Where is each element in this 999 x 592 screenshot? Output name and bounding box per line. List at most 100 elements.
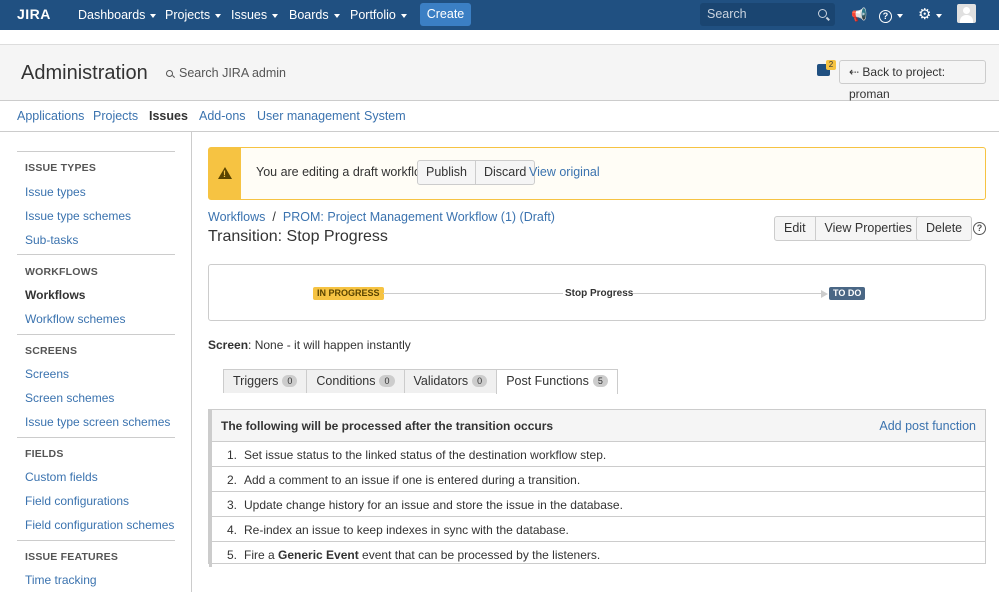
user-avatar[interactable] xyxy=(957,4,976,23)
add-post-function-link[interactable]: Add post function xyxy=(879,419,976,433)
row-text: Fire a Generic Event event that can be p… xyxy=(244,548,600,562)
view-properties-button[interactable]: View Properties xyxy=(816,217,921,240)
sidebar-divider xyxy=(17,334,175,335)
tab-post-functions[interactable]: Post Functions 5 xyxy=(496,369,618,394)
sidebar-item-screen-schemes[interactable]: Screen schemes xyxy=(25,391,114,405)
admin-header: Administration Search JIRA admin 2 ⇠ Bac… xyxy=(0,44,999,101)
table-row: 1. Set issue status to the linked status… xyxy=(209,442,985,467)
delete-button[interactable]: Delete xyxy=(917,217,971,240)
tab-issues[interactable]: Issues xyxy=(149,109,188,123)
sidebar-item-sub-tasks[interactable]: Sub-tasks xyxy=(25,233,78,247)
nav-dashboards[interactable]: Dashboards xyxy=(78,8,157,22)
row-number: 1. xyxy=(227,448,238,462)
tab-conditions[interactable]: Conditions 0 xyxy=(306,369,405,393)
sidebar-divider xyxy=(17,437,175,438)
sidebar-item-screens[interactable]: Screens xyxy=(25,367,69,381)
admin-tabs: Applications Projects Issues Add-ons Use… xyxy=(0,101,999,132)
row-number: 2. xyxy=(227,473,238,487)
row-number: 3. xyxy=(227,498,238,512)
nav-projects-label: Projects xyxy=(165,8,211,22)
edit-button[interactable]: Edit xyxy=(775,217,816,240)
discard-button[interactable]: Discard xyxy=(476,161,534,184)
sidebar-item-issue-type-schemes[interactable]: Issue type schemes xyxy=(25,209,131,223)
sidebar-heading-issue-features: ISSUE FEATURES xyxy=(25,551,119,563)
tab-add-ons[interactable]: Add-ons xyxy=(199,109,246,123)
megaphone-icon[interactable]: 📢 xyxy=(851,7,867,23)
transition-diagram: IN PROGRESS Stop Progress TO DO xyxy=(208,264,986,321)
nav-portfolio[interactable]: Portfolio xyxy=(350,8,407,22)
tab-triggers[interactable]: Triggers 0 xyxy=(223,369,308,393)
sidebar-heading-issue-types: ISSUE TYPES xyxy=(25,162,97,174)
diagram-line xyxy=(633,293,823,294)
table-row: 4. Re-index an issue to keep indexes in … xyxy=(209,517,985,542)
publish-button[interactable]: Publish xyxy=(418,161,476,184)
count-badge: 0 xyxy=(282,375,298,387)
chevron-down-icon xyxy=(400,13,407,18)
post-functions-header: The following will be processed after th… xyxy=(209,410,985,442)
count-badge: 0 xyxy=(379,375,395,387)
create-button[interactable]: Create xyxy=(420,3,471,26)
chevron-down-icon xyxy=(150,13,157,18)
transition-label: Stop Progress xyxy=(565,288,634,299)
back-to-project-button[interactable]: ⇠ Back to project: proman xyxy=(839,60,986,101)
count-badge: 5 xyxy=(592,375,608,387)
post-functions-table: The following will be processed after th… xyxy=(208,409,986,567)
status-to: TO DO xyxy=(829,287,866,300)
table-row: 5. Fire a Generic Event event that can b… xyxy=(209,542,985,567)
row-number: 4. xyxy=(227,523,238,537)
notification-badge: 2 xyxy=(826,60,836,70)
status-from: IN PROGRESS xyxy=(313,287,384,300)
sidebar-heading-workflows: WORKFLOWS xyxy=(25,266,98,278)
nav-portfolio-label: Portfolio xyxy=(350,8,396,22)
back-label: Back to project: proman xyxy=(849,65,946,101)
tab-applications[interactable]: Applications xyxy=(17,109,84,123)
sidebar-item-workflow-schemes[interactable]: Workflow schemes xyxy=(25,312,125,326)
view-original-link[interactable]: View original xyxy=(529,165,600,179)
nav-boards-label: Boards xyxy=(289,8,329,22)
help-icon[interactable]: ? xyxy=(973,222,986,235)
screen-value: : None - it will happen instantly xyxy=(248,338,411,352)
jira-logo[interactable]: JIRA xyxy=(17,6,51,22)
search-input[interactable]: Search xyxy=(700,3,835,26)
tab-label: Post Functions xyxy=(506,374,589,388)
breadcrumb: Workflows / PROM: Project Management Workf… xyxy=(208,210,555,224)
tab-system[interactable]: System xyxy=(364,109,406,123)
search-icon xyxy=(166,70,173,77)
row-text: Add a comment to an issue if one is ente… xyxy=(244,473,581,487)
table-row: 2. Add a comment to an issue if one is e… xyxy=(209,467,985,492)
row-text: Re-index an issue to keep indexes in syn… xyxy=(244,523,569,537)
nav-dashboards-label: Dashboards xyxy=(78,8,146,22)
sidebar-item-time-tracking[interactable]: Time tracking xyxy=(25,573,97,587)
settings-menu[interactable]: ⚙ xyxy=(918,7,943,22)
warning-icon xyxy=(218,167,232,179)
draft-actions: Publish Discard xyxy=(417,160,536,185)
breadcrumb-separator: / xyxy=(272,210,276,224)
nav-issues[interactable]: Issues xyxy=(231,8,279,22)
chevron-down-icon xyxy=(897,13,903,18)
sidebar-item-workflows[interactable]: Workflows xyxy=(25,288,85,302)
breadcrumb-workflow[interactable]: PROM: Project Management Workflow (1) (D… xyxy=(283,210,555,224)
table-row: 3. Update change history for an issue an… xyxy=(209,492,985,517)
row-text-post: event that can be processed by the liste… xyxy=(358,548,601,562)
row-text: Set issue status to the linked status of… xyxy=(244,448,607,462)
help-menu[interactable]: ? xyxy=(879,7,903,23)
tab-projects[interactable]: Projects xyxy=(93,109,138,123)
nav-boards[interactable]: Boards xyxy=(289,8,340,22)
nav-projects[interactable]: Projects xyxy=(165,8,222,22)
page-title-admin: Administration xyxy=(21,62,148,84)
nav-issues-label: Issues xyxy=(231,8,268,22)
diagram-line xyxy=(383,293,563,294)
sidebar-item-custom-fields[interactable]: Custom fields xyxy=(25,470,98,484)
transition-actions: Edit View Properties xyxy=(774,216,922,241)
tab-validators[interactable]: Validators 0 xyxy=(403,369,498,393)
tab-user-management[interactable]: User management xyxy=(257,109,360,123)
sidebar-item-field-configurations[interactable]: Field configurations xyxy=(25,494,129,508)
admin-search[interactable]: Search JIRA admin xyxy=(166,66,286,80)
screen-label: Screen xyxy=(208,338,249,352)
count-badge: 0 xyxy=(472,375,488,387)
arrow-right-icon xyxy=(821,290,828,298)
sidebar-item-issue-types[interactable]: Issue types xyxy=(25,185,86,199)
sidebar-item-issue-type-screen-schemes[interactable]: Issue type screen schemes xyxy=(25,415,170,429)
breadcrumb-workflows[interactable]: Workflows xyxy=(208,210,265,224)
sidebar-item-field-configuration-schemes[interactable]: Field configuration schemes xyxy=(25,518,174,532)
